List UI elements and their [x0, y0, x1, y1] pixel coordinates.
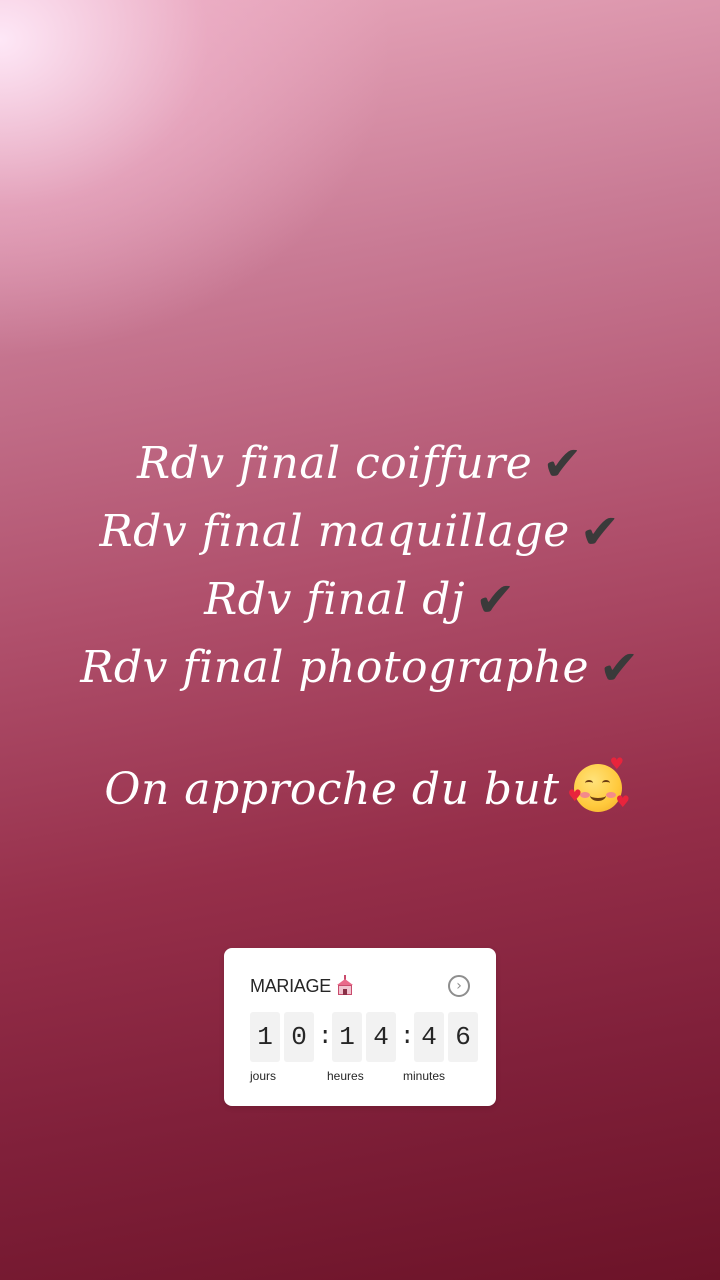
countdown-title-text: MARIAGE — [250, 976, 331, 996]
minutes-label: minutes — [403, 1069, 446, 1083]
check-mark-icon: ✔ — [542, 436, 584, 492]
hours-digit: 1 — [332, 1012, 362, 1062]
checklist-text: Rdv final maquillage — [99, 506, 570, 557]
separator: : — [318, 1023, 333, 1051]
hours-label: heures — [327, 1069, 364, 1083]
wedding-chapel-icon — [335, 975, 355, 995]
closing-text: On approche du but — [104, 764, 560, 815]
checklist-line-maquillage: Rdv final maquillage ✔ — [0, 498, 720, 566]
checklist-text: Rdv final photographe — [80, 642, 590, 693]
check-mark-icon: ✔ — [599, 640, 640, 696]
days-label: jours — [250, 1069, 277, 1083]
story-text: Rdv final coiffure ✔ Rdv final maquillage… — [0, 430, 720, 824]
countdown-title: MARIAGE — [250, 975, 355, 997]
countdown-digits: 1 0 : 1 4 : 4 6 — [250, 1012, 482, 1062]
hours-digit: 4 — [366, 1012, 396, 1062]
checklist-text: Rdv final dj — [204, 574, 466, 625]
checklist-line-photographe: Rdv final photographe ✔ — [0, 634, 720, 702]
countdown-sticker[interactable]: MARIAGE › 1 0 : 1 4 : 4 6 jours heures m… — [224, 948, 496, 1106]
chevron-right-circle-icon[interactable]: › — [448, 975, 470, 997]
minutes-digit: 4 — [414, 1012, 444, 1062]
separator: : — [400, 1023, 415, 1051]
days-digit: 1 — [250, 1012, 280, 1062]
check-mark-icon: ✔ — [579, 504, 621, 560]
minutes-digit: 6 — [448, 1012, 478, 1062]
days-digit: 0 — [284, 1012, 314, 1062]
smiling-face-with-hearts-icon: ♥ ♥ ♥ — [567, 754, 631, 812]
closing-line: On approche du but ♥ ♥ ♥ — [10, 756, 720, 824]
checklist-text: Rdv final coiffure — [136, 438, 533, 489]
checklist-line-coiffure: Rdv final coiffure ✔ — [0, 430, 720, 498]
check-mark-icon: ✔ — [475, 572, 516, 628]
checklist-line-dj: Rdv final dj ✔ — [0, 566, 720, 634]
countdown-labels: jours heures minutes — [250, 1069, 480, 1085]
